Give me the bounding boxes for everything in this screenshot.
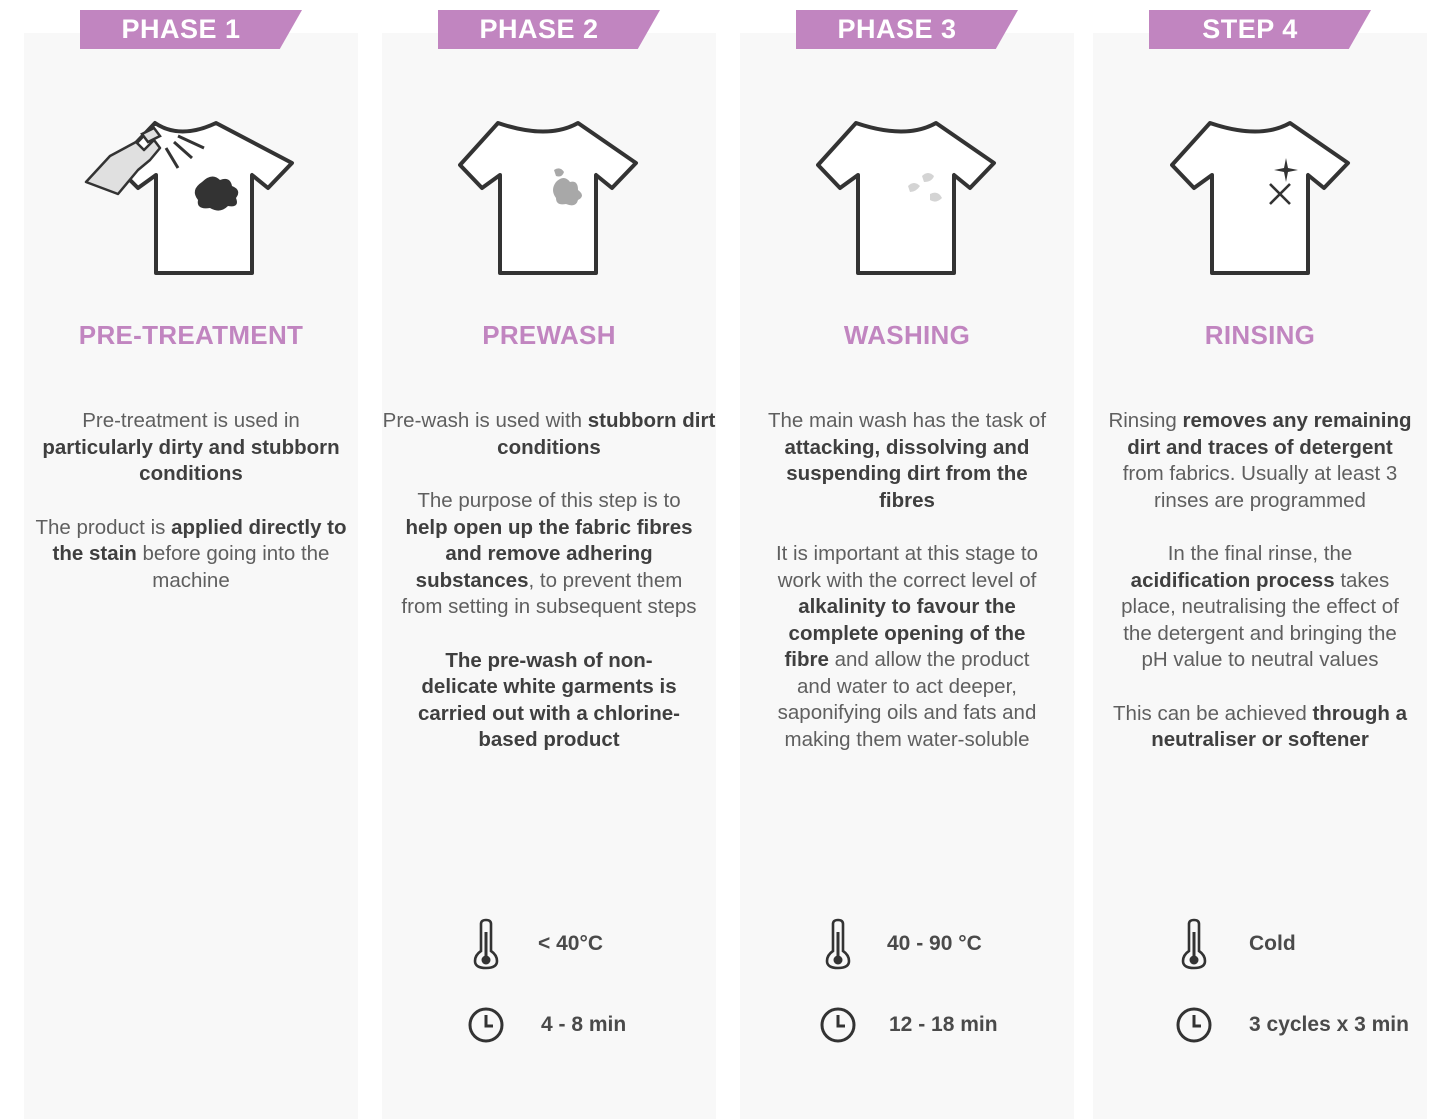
clock-icon xyxy=(820,1007,856,1043)
tshirt-spray-stain-icon xyxy=(84,121,294,275)
tshirt-sparkle-icon xyxy=(1170,121,1350,275)
thermometer-icon xyxy=(825,918,851,970)
time-value: 3 cycles x 3 min xyxy=(1249,1013,1409,1036)
time-row-2: 4 - 8 min xyxy=(467,1006,626,1044)
description-paragraph: The purpose of this step is to help open… xyxy=(401,489,697,618)
time-row-4: 3 cycles x 3 min xyxy=(1175,1006,1409,1044)
phase-description-3: The main wash has the task of attacking,… xyxy=(740,408,1074,780)
description-paragraph: The product is applied directly to the s… xyxy=(35,515,347,592)
clock-icon xyxy=(468,1007,504,1043)
phase-tab-label: PHASE 2 xyxy=(479,14,599,44)
temperature-row-2: < 40°C xyxy=(472,918,603,970)
tshirt-light-stain-icon xyxy=(816,121,996,275)
phase-tab-label: STEP 4 xyxy=(1202,14,1298,44)
phase-title-2: PREWASH xyxy=(482,320,616,350)
phase-tab-label: PHASE 1 xyxy=(121,14,241,44)
tshirt-grey-stain-icon xyxy=(458,121,638,275)
phase-tab-3: PHASE 3 xyxy=(796,10,1018,49)
phase-description-4: Rinsing removes any remaining dirt and t… xyxy=(1093,408,1427,781)
time-value: 12 - 18 min xyxy=(889,1013,998,1036)
phase-title-4: RINSING xyxy=(1204,320,1316,350)
description-paragraph: Pre-wash is used with stubborn dirt cond… xyxy=(382,409,716,459)
description-paragraph: In the final rinse, the acidification pr… xyxy=(1121,542,1399,671)
phase-tab-2: PHASE 2 xyxy=(438,10,660,49)
phase-tab-4: STEP 4 xyxy=(1149,10,1371,49)
time-row-3: 12 - 18 min xyxy=(819,1006,998,1044)
phase-tab-label: PHASE 3 xyxy=(837,14,957,44)
description-paragraph: It is important at this stage to work wi… xyxy=(775,542,1039,751)
phase-title-3: WASHING xyxy=(843,320,971,350)
thermometer-icon xyxy=(473,918,499,970)
temperature-row-4: Cold xyxy=(1180,918,1296,970)
description-paragraph: Pre-treatment is used in particularly di… xyxy=(42,409,340,485)
temperature-value: < 40°C xyxy=(538,932,604,955)
time-value: 4 - 8 min xyxy=(541,1013,627,1036)
thermometer-icon xyxy=(1181,918,1207,970)
phase-tab-1: PHASE 1 xyxy=(80,10,302,49)
description-paragraph: Rinsing removes any remaining dirt and t… xyxy=(1108,409,1412,512)
temperature-value: Cold xyxy=(1249,932,1296,955)
description-paragraph: The pre-wash of non-delicate white garme… xyxy=(418,648,680,752)
phase-description-2: Pre-wash is used with stubborn dirt cond… xyxy=(382,408,716,781)
phase-title-1: PRE-TREATMENT xyxy=(78,320,304,350)
temperature-value: 40 - 90 °C xyxy=(887,932,982,955)
phase-description-1: Pre-treatment is used in particularly di… xyxy=(24,408,358,621)
temperature-row-3: 40 - 90 °C xyxy=(824,918,982,970)
clock-icon xyxy=(1176,1007,1212,1043)
description-paragraph: This can be achieved through a neutralis… xyxy=(1113,701,1407,752)
description-paragraph: The main wash has the task of attacking,… xyxy=(767,409,1047,512)
